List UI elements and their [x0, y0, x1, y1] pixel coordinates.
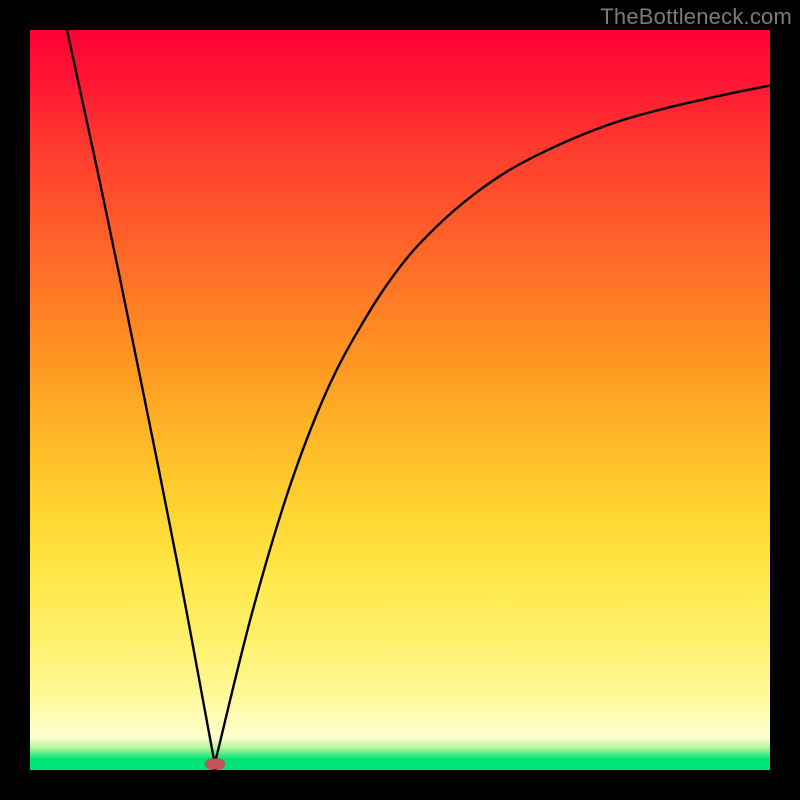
- minimum-marker: [205, 759, 225, 770]
- chart-outer-frame: TheBottleneck.com: [0, 0, 800, 800]
- plot-background-gradient: [30, 30, 770, 770]
- watermark-text: TheBottleneck.com: [600, 4, 792, 30]
